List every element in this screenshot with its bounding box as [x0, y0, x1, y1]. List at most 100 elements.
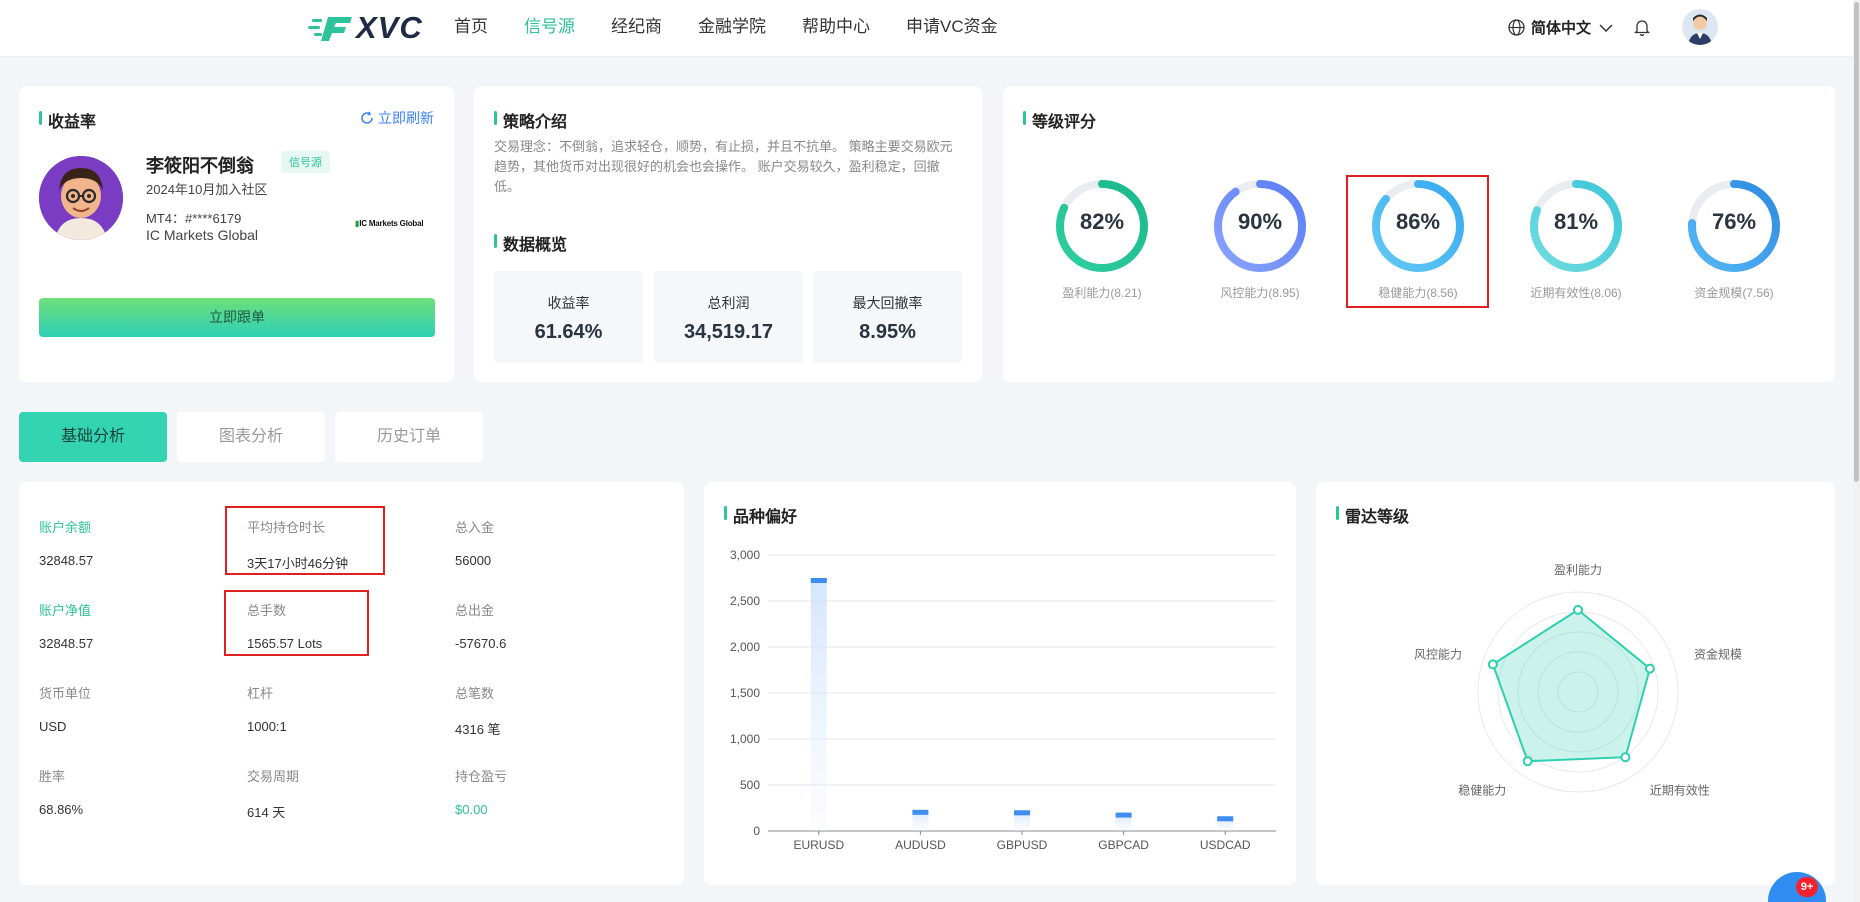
stat-value: 614 天 [247, 805, 286, 820]
refresh-button[interactable]: 立即刷新 [360, 108, 434, 128]
variety-bar-chart: 0 500 1,000 1,500 2,000 2,500 3,000 EURUSD AUDUS… [730, 548, 1276, 852]
strategy-card: 策略介绍 交易理念：不倒翁，追求轻仓，顺势，有止损，并且不抗单。 策略主要交易欧… [474, 86, 982, 382]
chevron-down-icon [1599, 23, 1613, 32]
mt4-account: MT4：#****6179 [146, 211, 242, 226]
gauge-value: 76% [1711, 209, 1757, 234]
y-tick-label: 0 [753, 824, 760, 838]
stat-label: 收益率 [547, 295, 590, 311]
stat-max-drawdown: 最大回撤率 8.95% [813, 271, 962, 363]
radar-point[interactable] [1487, 659, 1498, 670]
stat-value: 1000:1 [247, 719, 287, 734]
follow-button[interactable]: 立即跟单 [39, 298, 435, 337]
nav-apply-vc-fund[interactable]: 申请VC资金 [906, 15, 998, 39]
bar-cap [810, 578, 827, 583]
user-avatar[interactable] [1682, 9, 1718, 45]
logo-text: XVC [356, 10, 423, 45]
bar-cap [1115, 812, 1132, 818]
radar-axis-label: 资金规模 [1694, 646, 1742, 661]
stat-value: 32848.57 [39, 553, 94, 568]
stat-value: 32848.57 [39, 636, 94, 651]
y-tick-label: 500 [740, 778, 760, 792]
language-selector[interactable]: 简体中文 [1508, 17, 1619, 38]
stat-key: 总入金 [455, 520, 495, 535]
broker-logo: ▮IC Markets Global [355, 219, 424, 228]
stat-return-rate: 收益率 61.64% [494, 271, 643, 363]
gauge-label: 盈利能力(8.21) [1062, 286, 1142, 300]
tab-order-history[interactable]: 历史订单 [335, 412, 483, 462]
broker-logo-text: IC Markets Global [359, 219, 424, 228]
gauge-item: 76% 资金规模(7.56) [1669, 176, 1799, 301]
stat-value: 4316 笔 [455, 722, 501, 737]
radar-axis-label: 风控能力 [1414, 647, 1462, 661]
stat-value: USD [39, 719, 67, 734]
y-tick-label: 3,000 [730, 548, 760, 562]
nav-academy[interactable]: 金融学院 [698, 15, 766, 39]
stat-key: 持仓盈亏 [455, 769, 508, 784]
join-date: 2024年10月加入社区 [146, 182, 268, 197]
gauge-label: 风控能力(8.95) [1220, 286, 1300, 300]
main-nav: 首页 信号源 经纪商 金融学院 帮助中心 申请VC资金 [454, 15, 1034, 39]
stat-value: 8.95% [859, 321, 916, 343]
overview-title: 数据概览 [494, 231, 567, 255]
site-logo[interactable]: XVC [306, 10, 423, 45]
bar-body[interactable] [810, 578, 827, 831]
stat-label: 总利润 [707, 295, 750, 311]
radar-axis-label: 盈利能力 [1554, 563, 1602, 577]
stat-total-deposit: 总入金 56000 [455, 517, 494, 568]
stat-value: 34,519.17 [684, 321, 773, 343]
gauge-item: 81% 近期有效性(8.06) [1511, 176, 1641, 301]
strategy-card-title: 策略介绍 [494, 108, 567, 132]
gauge-value: 81% [1553, 209, 1599, 234]
trader-avatar-icon [39, 156, 123, 240]
gauge-item: 90% 风控能力(8.95) [1195, 176, 1325, 301]
nav-brokers[interactable]: 经纪商 [611, 15, 662, 39]
tab-basic-analysis[interactable]: 基础分析 [19, 412, 167, 462]
gauge-item: 82% 盈利能力(8.21) [1037, 176, 1167, 301]
radar-point[interactable] [1644, 663, 1655, 674]
scrollbar-thumb[interactable] [1854, 2, 1859, 482]
radar-point[interactable] [1620, 752, 1631, 763]
stat-key: 账户余额 [39, 520, 92, 535]
stat-key: 总出金 [455, 603, 495, 618]
stat-value: 61.64% [534, 321, 603, 343]
nav-home[interactable]: 首页 [454, 15, 488, 39]
radar-chart: 盈利能力资金规模近期有效性 稳健能力 风控能力 [1414, 563, 1742, 798]
user-avatar-icon [1682, 9, 1718, 45]
stat-key: 总笔数 [455, 686, 495, 701]
stat-leverage: 杠杆 1000:1 [247, 683, 287, 734]
bar-cap [912, 809, 929, 815]
y-tick-label: 1,500 [730, 686, 760, 700]
grade-card-title: 等级评分 [1023, 108, 1096, 132]
radar-axis-label: 近期有效性 [1650, 783, 1710, 798]
radar-card: 雷达等级 盈利能力 资金规模 近期有效性 稳健能力 风控能力 [1316, 482, 1835, 885]
stat-total-withdrawal: 总出金 -57670.6 [455, 600, 506, 651]
nav-help-center[interactable]: 帮助中心 [802, 15, 870, 39]
stat-total-profit: 总利润 34,519.17 [654, 271, 803, 363]
highlight-box-robustness [1346, 175, 1489, 308]
y-tick-label: 2,500 [730, 594, 760, 608]
stat-currency: 货币单位 USD [39, 683, 91, 734]
nav-signal-source[interactable]: 信号源 [524, 15, 575, 39]
x-tick-label: EURUSD [793, 838, 844, 852]
stat-total-trades: 总笔数 4316 笔 [455, 683, 501, 738]
stat-win-rate: 胜率 68.86% [39, 766, 83, 817]
strategy-description: 交易理念：不倒翁，追求轻仓，顺势，有止损，并且不抗单。 策略主要交易欧元趋势，其… [494, 139, 953, 194]
stat-equity: 账户净值 32848.57 [39, 600, 93, 651]
tab-chart-analysis[interactable]: 图表分析 [177, 412, 325, 462]
stat-value: $0.00 [455, 802, 488, 817]
page-scrollbar[interactable] [1853, 0, 1860, 902]
radar-point[interactable] [1573, 604, 1583, 615]
stat-key: 交易周期 [247, 769, 300, 784]
radar-point[interactable] [1522, 756, 1533, 767]
stat-key: 货币单位 [39, 686, 92, 701]
stat-key: 胜率 [39, 769, 66, 784]
bell-icon[interactable] [1634, 19, 1650, 36]
y-tick-label: 2,000 [730, 640, 760, 654]
stat-trading-period: 交易周期 614 天 [247, 766, 299, 821]
top-navbar: XVC 首页 信号源 经纪商 金融学院 帮助中心 申请VC资金 简体中文 [0, 0, 1860, 57]
refresh-icon [361, 111, 373, 124]
highlight-box-avg-hold-time [225, 506, 385, 575]
gauge-value: 90% [1237, 209, 1283, 234]
bar-cap [1014, 810, 1030, 816]
x-tick-label: GBPCAD [1098, 838, 1149, 852]
